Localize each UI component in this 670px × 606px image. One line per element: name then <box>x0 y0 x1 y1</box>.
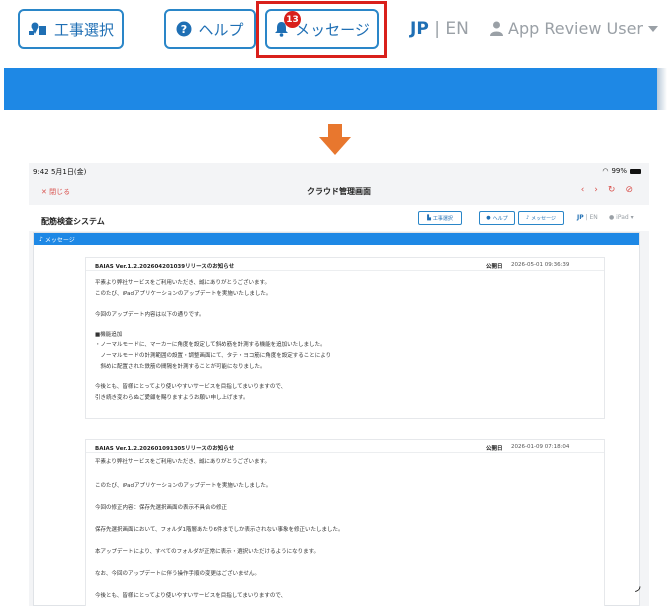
battery-icon <box>630 168 641 174</box>
message-card-header: BAIAS Ver.1.2.202601091305リリースのお知らせ 公開日 … <box>86 440 604 453</box>
svg-text:?: ? <box>181 23 187 36</box>
user-name-small: iPad <box>616 214 629 221</box>
message-line: 斜めに配置された鉄筋の間隔を計測することが可能になりました。 <box>95 364 266 370</box>
zoomed-header: 工事選択 ? ヘルプ メッセージ 13 JP | EN App Review U… <box>0 0 670 68</box>
message-line: ・ノーマルモードに、マーカーに角度を設定して斜め筋を計測する機能を追加いたしまし… <box>95 342 326 348</box>
wifi-icon: ◠ <box>602 167 609 175</box>
help-button-small[interactable]: ● ヘルプ <box>479 211 515 225</box>
lang-jp[interactable]: JP <box>410 19 429 39</box>
scroll-indicator-icon: ◞ <box>635 578 641 594</box>
message-panel-title: メッセージ <box>44 236 75 244</box>
nav-icons: ‹ › ↻ ⊘ <box>581 185 633 195</box>
message-line: ノーマルモードの計測範囲の設置・調整画面にて、タテ・ヨコ筋に角度を設定することに… <box>95 353 332 359</box>
bell-icon: ♪ <box>39 235 43 243</box>
message-line: 今後とも、皆様にとってより使いやすいサービスを目指してまいりますので、 <box>95 593 287 599</box>
user-icon <box>490 21 503 36</box>
user-menu-small[interactable]: ● iPad ▾ <box>609 214 634 221</box>
caret-down-icon: ▾ <box>630 214 634 221</box>
koji-select-button[interactable]: 工事選択 <box>18 9 124 49</box>
publish-date: 2026-01-09 07:18:04 <box>511 444 570 450</box>
message-card[interactable]: BAIAS Ver.1.2.202604201039リリースのお知らせ 公開日 … <box>85 257 605 419</box>
help-label-small: ヘルプ <box>492 215 508 222</box>
message-line: 引き続き変わらぬご愛顧を賜りますようお願い申し上げます。 <box>95 395 249 401</box>
site-map-icon <box>28 22 46 35</box>
lang-en[interactable]: EN <box>445 19 468 39</box>
user-name: App Review User <box>508 19 643 38</box>
message-line: 平素より弊社サービスをご利用いただき、誠にありがとうございます。 <box>95 459 270 465</box>
message-button-small[interactable]: ♪ メッセージ <box>518 211 564 225</box>
koji-select-label: 工事選択 <box>53 20 114 39</box>
message-panel-header: ♪ メッセージ <box>34 233 639 245</box>
question-circle-icon: ● <box>486 215 491 221</box>
message-line: 今回のアップデート内容は以下の通りです。 <box>95 312 205 318</box>
app-header: 配筋検査システム ▙ 工事選択 ● ヘルプ ♪ メッセージ JP | EN ● … <box>29 205 649 231</box>
stop-icon[interactable]: ⊘ <box>625 185 633 195</box>
app-title: 配筋検査システム <box>41 217 105 226</box>
koji-select-button-small[interactable]: ▙ 工事選択 <box>418 211 462 225</box>
message-title: BAIAS Ver.1.2.202601091305リリースのお知らせ <box>95 446 235 452</box>
question-circle-icon: ? <box>176 21 192 37</box>
caret-down-icon <box>647 25 658 32</box>
bell-icon: ♪ <box>525 215 530 221</box>
user-icon: ● <box>609 214 615 221</box>
message-line: このたび、iPadアプリケーションのアップデートを実施いたしました。 <box>95 291 272 297</box>
message-line: 平素より弊社サービスをご利用いただき、誠にありがとうございます。 <box>95 280 270 286</box>
status-time: 9:42 5月1日(金) <box>33 168 87 176</box>
help-button[interactable]: ? ヘルプ <box>164 9 256 49</box>
lang-separator-small: | <box>585 214 588 221</box>
message-line: 本アップデートにより、すべてのフォルダが正常に表示・選択いただけるようになります… <box>95 549 320 555</box>
message-line: なお、今回のアップデートに伴う操作手順の変更はございません。 <box>95 571 260 577</box>
down-arrow-icon <box>319 124 351 155</box>
message-card[interactable]: BAIAS Ver.1.2.202601091305リリースのお知らせ 公開日 … <box>85 439 605 606</box>
lang-en-small[interactable]: EN <box>590 214 598 221</box>
language-switch[interactable]: JP | EN <box>410 19 469 39</box>
lang-jp-small[interactable]: JP <box>577 214 584 221</box>
reload-icon[interactable]: ↻ <box>608 185 616 195</box>
language-switch-small[interactable]: JP | EN <box>577 214 598 221</box>
message-line: ■機能追加 <box>95 332 123 338</box>
forward-icon[interactable]: › <box>594 185 598 195</box>
nav-bar: ✕ 閉じる クラウド管理画面 ‹ › ↻ ⊘ <box>29 179 649 201</box>
message-label-small: メッセージ <box>531 215 557 222</box>
help-label: ヘルプ <box>198 20 244 39</box>
message-line: 保存先選択画面において、フォルダ1階層あたり6件までしか表示されない事象を修正い… <box>95 527 344 533</box>
publish-date-label: 公開日 <box>486 264 503 270</box>
message-title: BAIAS Ver.1.2.202604201039リリースのお知らせ <box>95 264 235 270</box>
nav-title: クラウド管理画面 <box>307 187 371 196</box>
user-menu[interactable]: App Review User <box>490 19 658 38</box>
message-line: このたび、iPadアプリケーションのアップデートを実施いたしました。 <box>95 483 272 489</box>
battery-indicator: ◠ 99% <box>602 167 641 175</box>
message-card-header: BAIAS Ver.1.2.202604201039リリースのお知らせ 公開日 … <box>86 258 604 271</box>
publish-date: 2026-05-01 09:36:39 <box>511 262 570 268</box>
battery-percent: 99% <box>611 167 627 175</box>
highlight-frame <box>256 1 387 58</box>
site-map-icon: ▙ <box>427 215 431 221</box>
message-panel-bar <box>4 68 661 110</box>
band-shadow <box>657 68 667 110</box>
message-line: 今回の修正内容：保存先選択画面の表示不具合の修正 <box>95 505 228 511</box>
koji-select-label-small: 工事選択 <box>432 215 453 222</box>
publish-date-label: 公開日 <box>486 446 503 452</box>
lang-separator: | <box>434 19 440 39</box>
message-line: 今後とも、皆様にとってより使いやすいサービスを目指してまいりますので、 <box>95 384 287 390</box>
back-icon[interactable]: ‹ <box>581 185 585 195</box>
status-bar: 9:42 5月1日(金) ◠ 99% <box>29 163 649 177</box>
tablet-screenshot: 9:42 5月1日(金) ◠ 99% ✕ 閉じる クラウド管理画面 ‹ › ↻ … <box>29 163 649 606</box>
